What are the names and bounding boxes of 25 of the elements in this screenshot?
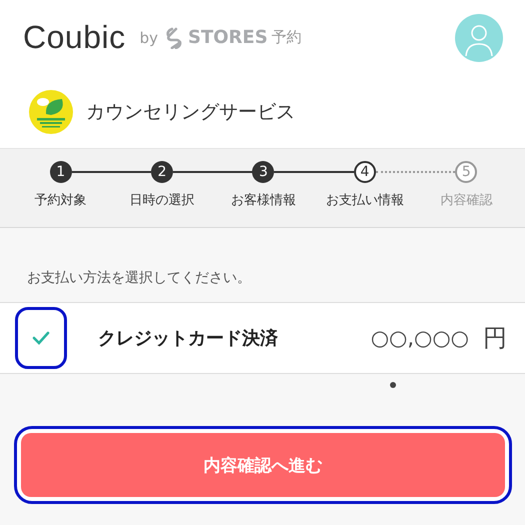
- dot-mark: [390, 382, 396, 388]
- currency-text: 円: [483, 323, 507, 354]
- by-text: by: [140, 28, 158, 46]
- step-label: 日時の選択: [130, 192, 195, 209]
- step-number: 5: [455, 161, 478, 183]
- step-label: お客様情報: [230, 192, 296, 209]
- amount-text: ○○,○○○: [370, 326, 469, 350]
- step-label: お支払い情報: [326, 192, 404, 209]
- payment-method-label: クレジットカード決済: [98, 327, 279, 350]
- step-label: 予約対象: [34, 192, 87, 209]
- step-number: 1: [50, 161, 72, 183]
- shop-name: カウンセリングサービス: [86, 100, 295, 124]
- partner-name: STORES: [188, 27, 268, 48]
- check-icon: [32, 331, 50, 345]
- instruction-text: お支払い方法を選択してください。: [26, 269, 252, 288]
- shop-logo-icon: [29, 90, 73, 134]
- step-number: 2: [151, 161, 174, 183]
- checkbox[interactable]: [15, 307, 67, 369]
- brand-logo: Coubic: [23, 19, 126, 56]
- step-label: 内容確認: [440, 192, 492, 209]
- step-number: 3: [252, 161, 274, 183]
- step-number: 4: [354, 161, 376, 183]
- payment-option[interactable]: クレジットカード決済 ○○,○○○ 円: [0, 302, 525, 374]
- partner-suffix: 予約: [272, 28, 302, 47]
- partner-logo-icon: [164, 26, 184, 48]
